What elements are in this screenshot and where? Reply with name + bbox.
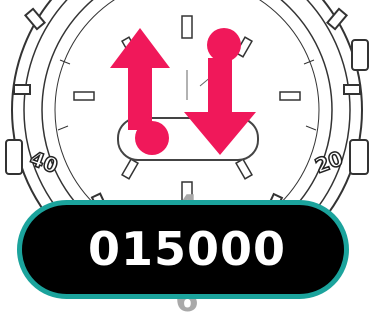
current-value: 015000 [87,222,287,276]
sync-arrows-icon [110,28,256,155]
